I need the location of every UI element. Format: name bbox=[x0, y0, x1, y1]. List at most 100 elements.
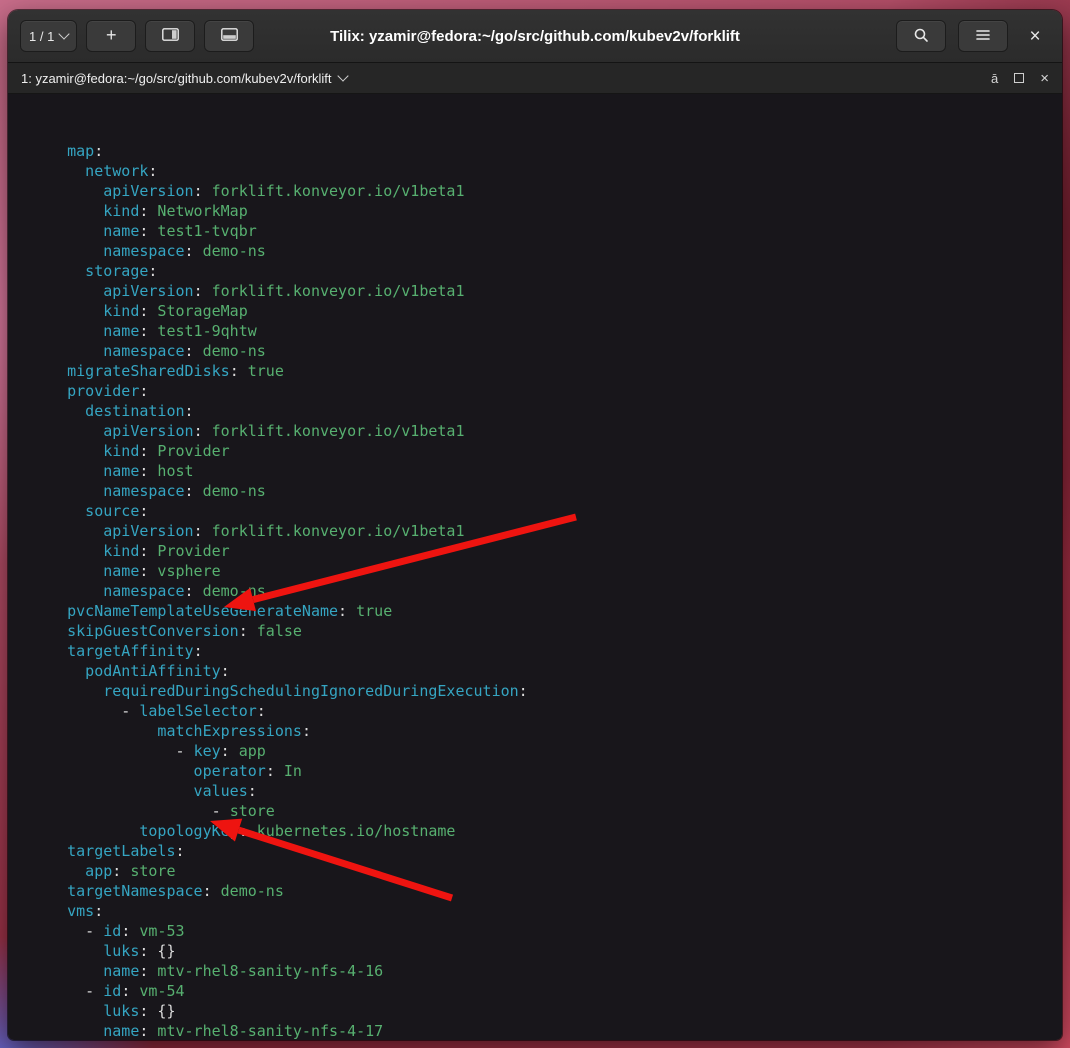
desktop-wallpaper: Tilix: yzamir@fedora:~/go/src/github.com… bbox=[0, 0, 1070, 1048]
terminal-line: skipGuestConversion: false bbox=[31, 621, 1062, 641]
session-pager-dropdown[interactable]: 1 / 1 bbox=[20, 20, 78, 52]
terminal-line: apiVersion: forklift.konveyor.io/v1beta1 bbox=[31, 281, 1062, 301]
terminal-text-segment: : bbox=[193, 422, 203, 440]
terminal-text-segment: : bbox=[193, 642, 203, 660]
terminal-text-segment: vm-53 bbox=[130, 922, 185, 940]
terminal-text-segment: - bbox=[31, 742, 194, 760]
terminal-text-segment: : bbox=[238, 822, 248, 840]
terminal-text-segment: values bbox=[31, 782, 248, 800]
terminal-line: kind: Provider bbox=[31, 441, 1062, 461]
sync-input-icon[interactable]: ā bbox=[991, 72, 998, 85]
terminal-line: source: bbox=[31, 501, 1062, 521]
terminal-text-segment: destination bbox=[31, 402, 185, 420]
terminal-line: podAntiAffinity: bbox=[31, 661, 1062, 681]
search-button[interactable] bbox=[896, 20, 946, 52]
terminal-controls: ā × bbox=[991, 71, 1049, 86]
new-session-button[interactable]: + bbox=[86, 20, 137, 52]
terminal-title: 1: yzamir@fedora:~/go/src/github.com/kub… bbox=[21, 70, 332, 86]
terminal-text-segment: migrateSharedDisks bbox=[31, 362, 230, 380]
terminal-text-segment: test1-9qhtw bbox=[148, 322, 257, 340]
terminal-line: luks: {} bbox=[31, 941, 1062, 961]
terminal-text-segment: topologyKey bbox=[31, 822, 239, 840]
titlebar: Tilix: yzamir@fedora:~/go/src/github.com… bbox=[8, 10, 1062, 63]
terminal-output: map: network: apiVersion: forklift.konve… bbox=[31, 141, 1062, 1040]
terminal-line: migrateSharedDisks: true bbox=[31, 361, 1062, 381]
close-window-button[interactable]: × bbox=[1020, 21, 1050, 51]
maximize-terminal-icon[interactable] bbox=[1014, 73, 1025, 83]
split-right-icon bbox=[161, 28, 179, 44]
terminal-text-segment: name bbox=[31, 222, 140, 240]
terminal-text-segment: Provider bbox=[148, 442, 230, 460]
close-terminal-icon[interactable]: × bbox=[1040, 71, 1049, 86]
terminal-line: - labelSelector: bbox=[31, 701, 1062, 721]
terminal-text-segment: apiVersion bbox=[31, 422, 194, 440]
terminal-text-segment: source bbox=[31, 502, 140, 520]
terminal-text-segment: luks bbox=[31, 942, 140, 960]
terminal-text-segment: forklift.konveyor.io/v1beta1 bbox=[202, 182, 465, 200]
terminal-line: name: test1-9qhtw bbox=[31, 321, 1062, 341]
terminal-text-segment: : bbox=[238, 622, 248, 640]
chevron-down-icon bbox=[58, 28, 70, 40]
terminal-line: - key: app bbox=[31, 741, 1062, 761]
terminal-text-segment: namespace bbox=[31, 482, 185, 500]
terminal-text-segment: : bbox=[121, 922, 131, 940]
terminal-text-segment: : bbox=[220, 742, 230, 760]
terminal-text-segment: true bbox=[238, 362, 284, 380]
terminal-line: namespace: demo-ns bbox=[31, 581, 1062, 601]
terminal-text-segment: : bbox=[94, 902, 104, 920]
terminal-text-segment: : bbox=[220, 662, 230, 680]
terminal-text-segment: store bbox=[229, 802, 275, 820]
terminal-text-segment: targetLabels bbox=[31, 842, 176, 860]
terminal-line: apiVersion: forklift.konveyor.io/v1beta1 bbox=[31, 421, 1062, 441]
terminal-text-segment: provider bbox=[31, 382, 140, 400]
terminal-text-segment: test1-tvqbr bbox=[148, 222, 257, 240]
terminal-text-segment: kind bbox=[31, 202, 140, 220]
terminal-text-segment: - bbox=[31, 982, 104, 1000]
terminal-text-segment: namespace bbox=[31, 242, 185, 260]
terminal-text-segment: apiVersion bbox=[31, 182, 194, 200]
terminal-line: targetNamespace: demo-ns bbox=[31, 881, 1062, 901]
search-icon bbox=[913, 27, 929, 46]
terminal-text-segment: : bbox=[184, 342, 194, 360]
titlebar-right-controls: × bbox=[896, 20, 1050, 52]
terminal-text-segment: vm-54 bbox=[130, 982, 185, 1000]
new-terminal-right-button[interactable] bbox=[145, 20, 196, 52]
new-terminal-down-button[interactable] bbox=[204, 20, 255, 52]
terminal-line: - id: vm-54 bbox=[31, 981, 1062, 1001]
terminal-text-segment: : bbox=[184, 242, 194, 260]
terminal-text-segment: - bbox=[31, 922, 104, 940]
terminal-text-segment: - bbox=[31, 702, 140, 720]
terminal-text-segment: false bbox=[247, 622, 302, 640]
terminal-line: operator: In bbox=[31, 761, 1062, 781]
terminal-text-segment: forklift.konveyor.io/v1beta1 bbox=[202, 282, 465, 300]
close-icon: × bbox=[1029, 25, 1041, 47]
terminal-line: name: test1-tvqbr bbox=[31, 221, 1062, 241]
terminal-line: namespace: demo-ns bbox=[31, 241, 1062, 261]
terminal-title-dropdown[interactable]: 1: yzamir@fedora:~/go/src/github.com/kub… bbox=[21, 70, 349, 86]
terminal[interactable]: map: network: apiVersion: forklift.konve… bbox=[8, 94, 1062, 1040]
menu-button[interactable] bbox=[958, 20, 1008, 52]
terminal-line: values: bbox=[31, 781, 1062, 801]
terminal-text-segment: demo-ns bbox=[193, 482, 266, 500]
terminal-text-segment: pvcNameTemplateUseGenerateName bbox=[31, 602, 339, 620]
terminal-text-segment: : bbox=[184, 582, 194, 600]
titlebar-left-controls: 1 / 1 + bbox=[20, 20, 255, 52]
terminal-text-segment: host bbox=[148, 462, 194, 480]
session-pager-label: 1 / 1 bbox=[29, 28, 55, 44]
terminal-text-segment: id bbox=[103, 922, 122, 940]
terminal-text-segment: : bbox=[301, 722, 311, 740]
terminal-line: apiVersion: forklift.konveyor.io/v1beta1 bbox=[31, 181, 1062, 201]
terminal-text-segment: id bbox=[103, 982, 122, 1000]
terminal-text-segment: apiVersion bbox=[31, 282, 194, 300]
terminal-text-segment: : bbox=[139, 502, 149, 520]
terminal-text-segment: demo-ns bbox=[211, 882, 284, 900]
terminal-text-segment: : bbox=[193, 282, 203, 300]
terminal-text-segment: - bbox=[31, 802, 230, 820]
terminal-text-segment: : bbox=[184, 402, 194, 420]
terminal-line: destination: bbox=[31, 401, 1062, 421]
terminal-line: luks: {} bbox=[31, 1001, 1062, 1021]
terminal-text-segment: store bbox=[121, 862, 176, 880]
terminal-text-segment: : bbox=[94, 142, 104, 160]
terminal-text-segment: : bbox=[112, 862, 122, 880]
terminal-text-segment: kind bbox=[31, 302, 140, 320]
